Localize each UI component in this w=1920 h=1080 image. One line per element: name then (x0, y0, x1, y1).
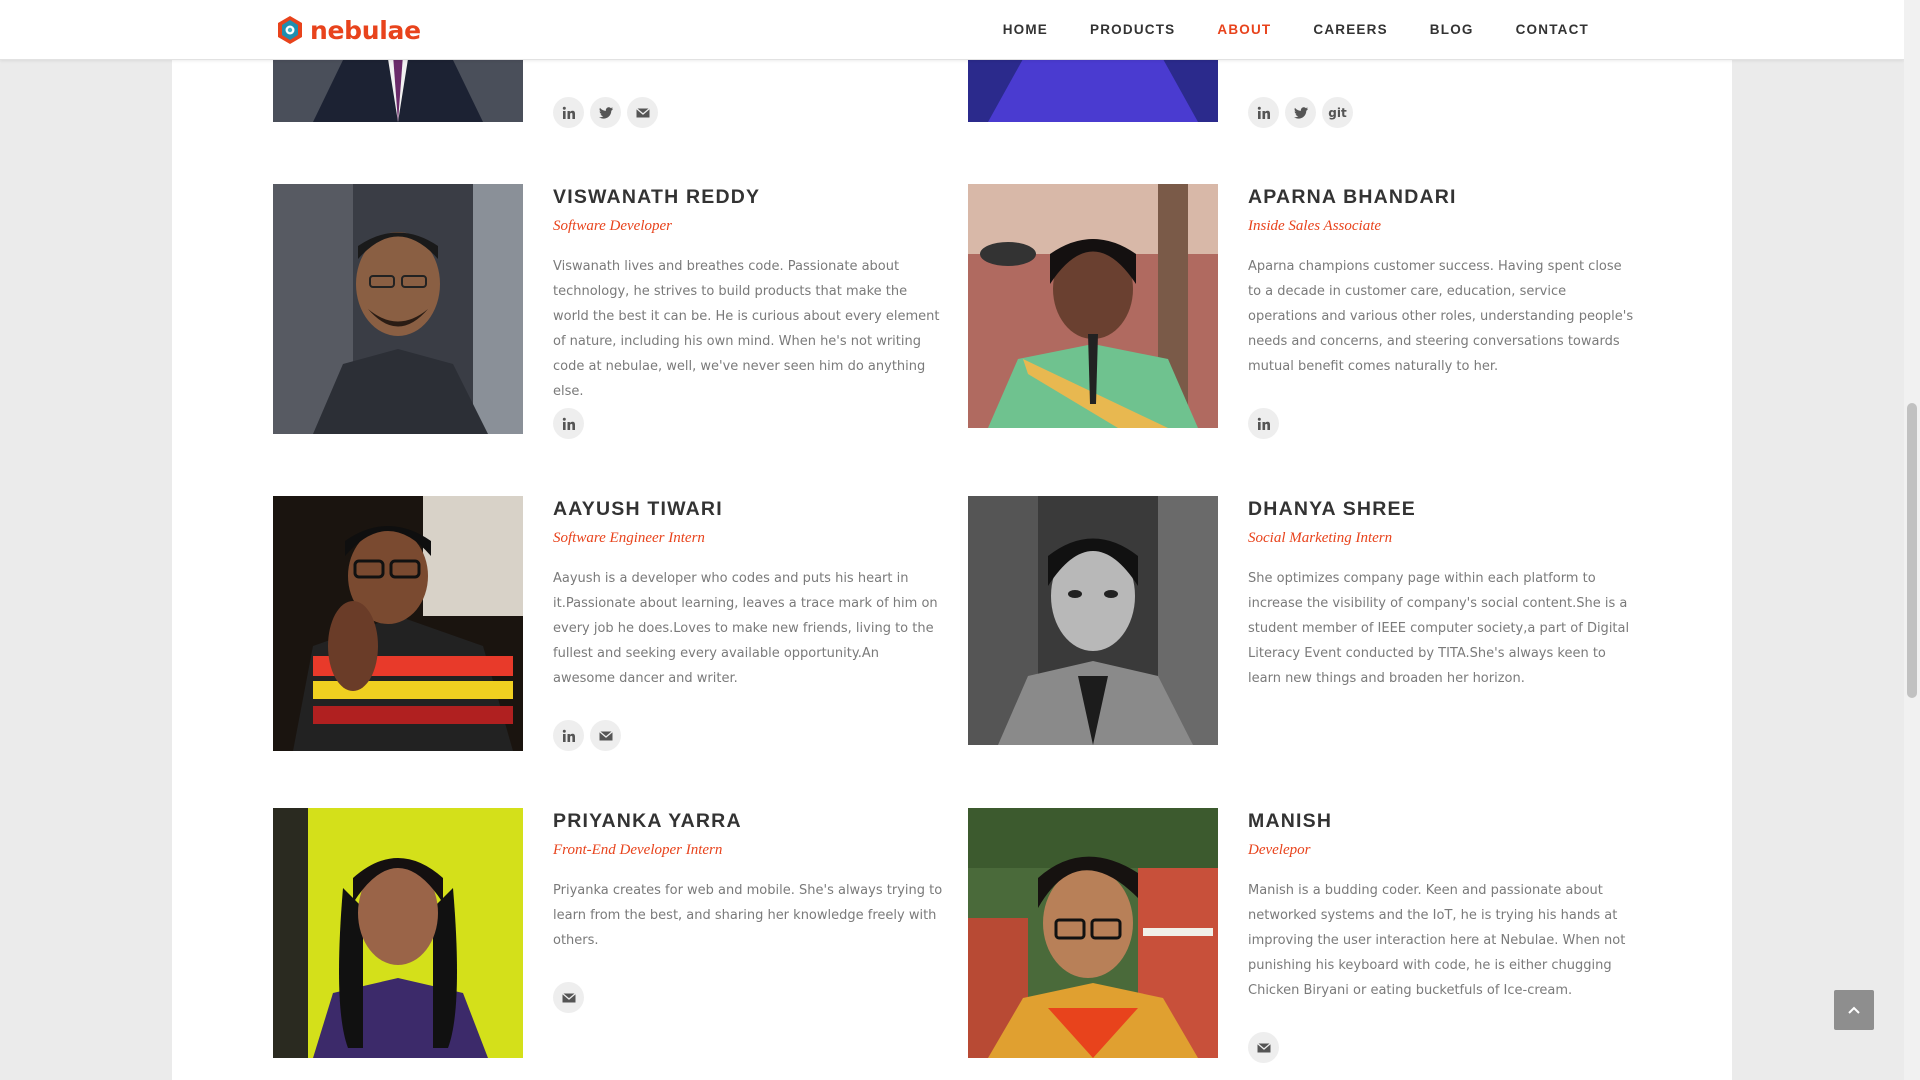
member-name: PRIYANKA YARRA (553, 810, 742, 832)
social-links (553, 97, 664, 128)
social-links (553, 408, 590, 439)
member-bio: Priyanka creates for web and mobile. She… (553, 883, 943, 948)
member-bio: Aparna champions customer success. Havin… (1248, 259, 1634, 374)
email-icon[interactable] (590, 720, 621, 751)
nav-home[interactable]: HOME (1003, 22, 1048, 37)
member-bio: Viswanath lives and breathes code. Passi… (553, 259, 940, 399)
brand-name: nebulae (310, 15, 421, 45)
member-name: MANISH (1248, 810, 1333, 832)
scrollbar-thumb[interactable] (1907, 403, 1917, 698)
social-links (1248, 408, 1285, 439)
nebulae-logo-icon (278, 16, 302, 44)
member-name: VISWANATH REDDY (553, 186, 761, 208)
member-role: Front-End Developer Intern (553, 842, 723, 858)
nav-careers[interactable]: CAREERS (1313, 22, 1387, 37)
member-role: Social Marketing Intern (1248, 530, 1393, 546)
member-role: Inside Sales Associate (1248, 218, 1382, 234)
member-photo (968, 184, 1218, 428)
linkedin-icon[interactable] (553, 408, 584, 439)
member-bio: Aayush is a developer who codes and puts… (553, 571, 938, 686)
member-photo (273, 184, 523, 434)
email-icon[interactable] (1248, 1032, 1279, 1063)
member-role: Software Developer (553, 218, 672, 234)
scrollbar[interactable] (1904, 0, 1920, 1080)
member-role: Develepor (1248, 842, 1311, 858)
social-links (553, 720, 627, 751)
member-name: AAYUSH TIWARI (553, 498, 723, 520)
linkedin-icon[interactable] (1248, 408, 1279, 439)
member-role: Software Engineer Intern (553, 530, 705, 546)
email-icon[interactable] (627, 97, 658, 128)
twitter-icon[interactable] (590, 97, 621, 128)
github-icon[interactable]: git (1322, 97, 1353, 128)
email-icon[interactable] (553, 982, 584, 1013)
member-photo (273, 496, 523, 751)
linkedin-icon[interactable] (553, 720, 584, 751)
back-to-top-button[interactable] (1834, 990, 1874, 1030)
team-section: git VISWANATH REDDY Software Developer V… (172, 0, 1732, 1080)
chevron-up-icon (1848, 1006, 1860, 1014)
linkedin-icon[interactable] (553, 97, 584, 128)
nav-contact[interactable]: CONTACT (1516, 22, 1589, 37)
social-links: git (1248, 97, 1359, 128)
member-name: DHANYA SHREE (1248, 498, 1416, 520)
member-bio: Manish is a budding coder. Keen and pass… (1248, 883, 1626, 998)
member-name: APARNA BHANDARI (1248, 186, 1457, 208)
member-photo (968, 808, 1218, 1058)
nav-products[interactable]: PRODUCTS (1090, 22, 1175, 37)
logo[interactable]: nebulae (274, 12, 421, 48)
site-header: nebulae HOME PRODUCTS ABOUT CAREERS BLOG… (0, 0, 1904, 60)
linkedin-icon[interactable] (1248, 97, 1279, 128)
twitter-icon[interactable] (1285, 97, 1316, 128)
member-photo (273, 808, 523, 1058)
nav-blog[interactable]: BLOG (1430, 22, 1474, 37)
social-links (553, 982, 590, 1013)
member-bio: She optimizes company page within each p… (1248, 571, 1630, 686)
main-nav: HOME PRODUCTS ABOUT CAREERS BLOG CONTACT (961, 0, 1589, 59)
member-photo (968, 496, 1218, 745)
nav-about[interactable]: ABOUT (1217, 22, 1271, 37)
social-links (1248, 1032, 1285, 1063)
